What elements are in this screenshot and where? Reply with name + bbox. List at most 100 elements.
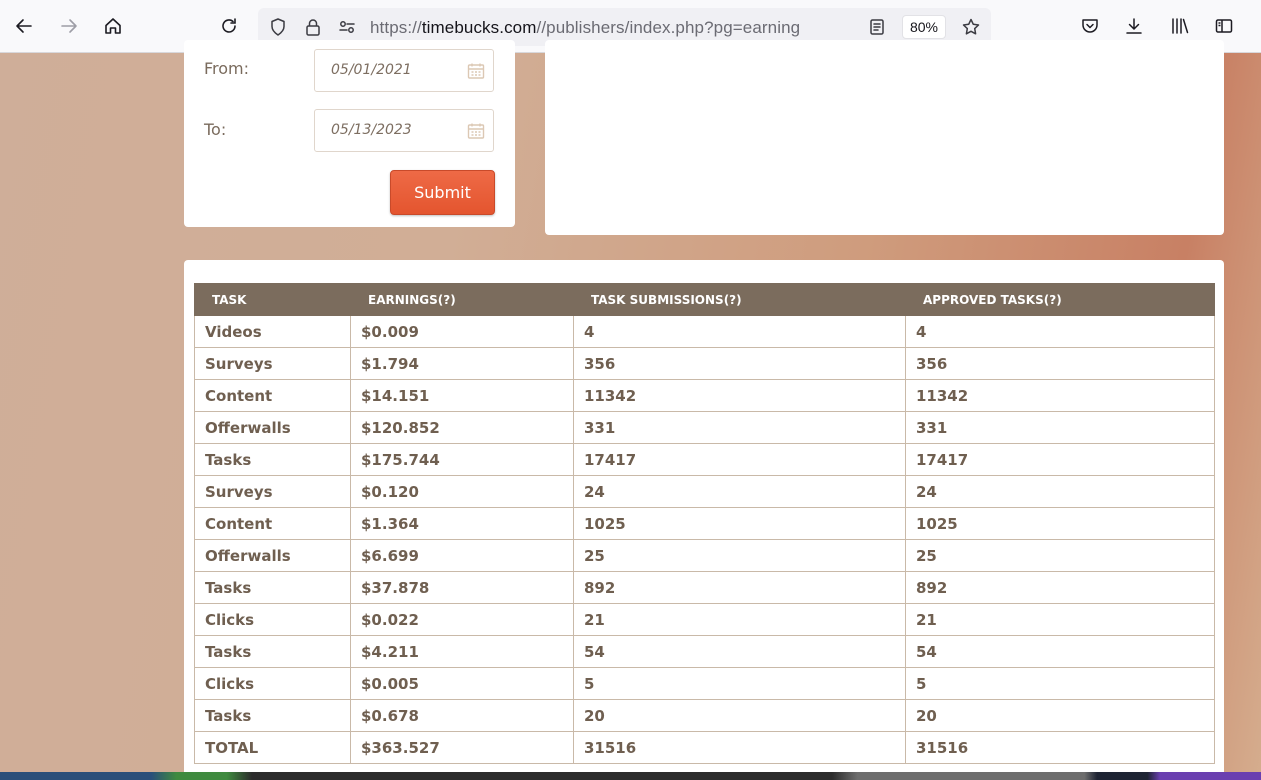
to-label: To: xyxy=(204,120,227,139)
url-text[interactable]: https://timebucks.com//publishers/index.… xyxy=(370,18,800,38)
table-row: Content $1.364 1025 1025 xyxy=(194,507,1215,540)
zoom-level-badge[interactable]: 80% xyxy=(902,15,946,39)
approved-cell: 892 xyxy=(905,571,1215,604)
task-cell: Videos xyxy=(194,315,351,348)
earnings-cell: $4.211 xyxy=(350,635,574,668)
shield-icon[interactable] xyxy=(268,17,288,37)
task-cell: Clicks xyxy=(194,603,351,636)
approved-cell: 31516 xyxy=(905,731,1215,764)
forward-arrow-icon[interactable] xyxy=(53,10,85,42)
task-cell: Surveys xyxy=(194,475,351,508)
header-earnings[interactable]: EARNINGS(?) xyxy=(350,283,574,316)
task-cell: Content xyxy=(194,379,351,412)
library-icon[interactable] xyxy=(1164,10,1196,42)
approved-cell: 331 xyxy=(905,411,1215,444)
table-header-row: TASK EARNINGS(?) TASK SUBMISSIONS(?) APP… xyxy=(194,283,1215,316)
table-row: Surveys $1.794 356 356 xyxy=(194,347,1215,380)
earnings-cell: $6.699 xyxy=(350,539,574,572)
bookmark-star-icon[interactable] xyxy=(961,17,981,37)
earnings-cell: $363.527 xyxy=(350,731,574,764)
submissions-cell: 4 xyxy=(573,315,906,348)
task-cell: TOTAL xyxy=(194,731,351,764)
submissions-cell: 31516 xyxy=(573,731,906,764)
task-cell: Content xyxy=(194,507,351,540)
earnings-cell: $37.878 xyxy=(350,571,574,604)
task-cell: Surveys xyxy=(194,347,351,380)
table-row: Surveys $0.120 24 24 xyxy=(194,475,1215,508)
date-filter-card: From: 05/01/2021 To: 05/13/2023 Submit xyxy=(184,40,515,227)
approved-cell: 4 xyxy=(905,315,1215,348)
table-row: Content $14.151 11342 11342 xyxy=(194,379,1215,412)
reader-view-icon[interactable] xyxy=(867,17,887,37)
earnings-cell: $0.022 xyxy=(350,603,574,636)
table-row: Offerwalls $6.699 25 25 xyxy=(194,539,1215,572)
table-row: Tasks $0.678 20 20 xyxy=(194,699,1215,732)
pocket-icon[interactable] xyxy=(1074,10,1106,42)
header-task: TASK xyxy=(194,283,351,316)
from-label: From: xyxy=(204,59,250,78)
calendar-icon[interactable] xyxy=(466,121,486,141)
task-cell: Clicks xyxy=(194,667,351,700)
back-arrow-icon[interactable] xyxy=(8,10,40,42)
submissions-cell: 17417 xyxy=(573,443,906,476)
table-row: Clicks $0.022 21 21 xyxy=(194,603,1215,636)
submissions-cell: 25 xyxy=(573,539,906,572)
table-row: Offerwalls $120.852 331 331 xyxy=(194,411,1215,444)
earnings-cell: $1.794 xyxy=(350,347,574,380)
submissions-cell: 892 xyxy=(573,571,906,604)
task-cell: Tasks xyxy=(194,571,351,604)
earnings-cell: $175.744 xyxy=(350,443,574,476)
calendar-icon[interactable] xyxy=(466,61,486,81)
task-cell: Offerwalls xyxy=(194,539,351,572)
submissions-cell: 54 xyxy=(573,635,906,668)
table-row: Clicks $0.005 5 5 xyxy=(194,667,1215,700)
submissions-cell: 356 xyxy=(573,347,906,380)
task-cell: Tasks xyxy=(194,635,351,668)
submit-button[interactable]: Submit xyxy=(390,170,495,215)
earnings-cell: $14.151 xyxy=(350,379,574,412)
to-date-input[interactable]: 05/13/2023 xyxy=(314,109,494,152)
submissions-cell: 20 xyxy=(573,699,906,732)
table-row: Videos $0.009 4 4 xyxy=(194,315,1215,348)
table-row: Tasks $175.744 17417 17417 xyxy=(194,443,1215,476)
approved-cell: 1025 xyxy=(905,507,1215,540)
earnings-cell: $0.678 xyxy=(350,699,574,732)
earnings-cell: $0.009 xyxy=(350,315,574,348)
sidebar-icon[interactable] xyxy=(1208,10,1240,42)
url-host: timebucks.com xyxy=(421,18,537,37)
submissions-cell: 5 xyxy=(573,667,906,700)
home-icon[interactable] xyxy=(97,10,129,42)
lock-icon[interactable] xyxy=(303,17,323,37)
task-cell: Offerwalls xyxy=(194,411,351,444)
task-cell: Tasks xyxy=(194,699,351,732)
earnings-table: TASK EARNINGS(?) TASK SUBMISSIONS(?) APP… xyxy=(194,283,1215,764)
to-date-value: 05/13/2023 xyxy=(331,122,412,138)
table-row: Tasks $37.878 892 892 xyxy=(194,571,1215,604)
download-icon[interactable] xyxy=(1118,10,1150,42)
submissions-cell: 24 xyxy=(573,475,906,508)
approved-cell: 11342 xyxy=(905,379,1215,412)
empty-content-card xyxy=(545,40,1224,235)
submissions-cell: 1025 xyxy=(573,507,906,540)
table-total-row: TOTAL $363.527 31516 31516 xyxy=(194,731,1215,764)
header-approved-tasks[interactable]: APPROVED TASKS(?) xyxy=(905,283,1215,316)
header-task-submissions[interactable]: TASK SUBMISSIONS(?) xyxy=(573,283,906,316)
earnings-cell: $1.364 xyxy=(350,507,574,540)
from-date-value: 05/01/2021 xyxy=(331,62,412,78)
approved-cell: 24 xyxy=(905,475,1215,508)
table-row: Tasks $4.211 54 54 xyxy=(194,635,1215,668)
earnings-cell: $0.120 xyxy=(350,475,574,508)
approved-cell: 20 xyxy=(905,699,1215,732)
advertisement-banner[interactable] xyxy=(0,772,1261,780)
earnings-table-card: TASK EARNINGS(?) TASK SUBMISSIONS(?) APP… xyxy=(184,260,1224,780)
task-cell: Tasks xyxy=(194,443,351,476)
approved-cell: 17417 xyxy=(905,443,1215,476)
approved-cell: 5 xyxy=(905,667,1215,700)
reload-icon[interactable] xyxy=(213,10,245,42)
approved-cell: 54 xyxy=(905,635,1215,668)
submissions-cell: 21 xyxy=(573,603,906,636)
submissions-cell: 331 xyxy=(573,411,906,444)
permissions-icon[interactable] xyxy=(337,17,357,37)
submissions-cell: 11342 xyxy=(573,379,906,412)
from-date-input[interactable]: 05/01/2021 xyxy=(314,49,494,92)
